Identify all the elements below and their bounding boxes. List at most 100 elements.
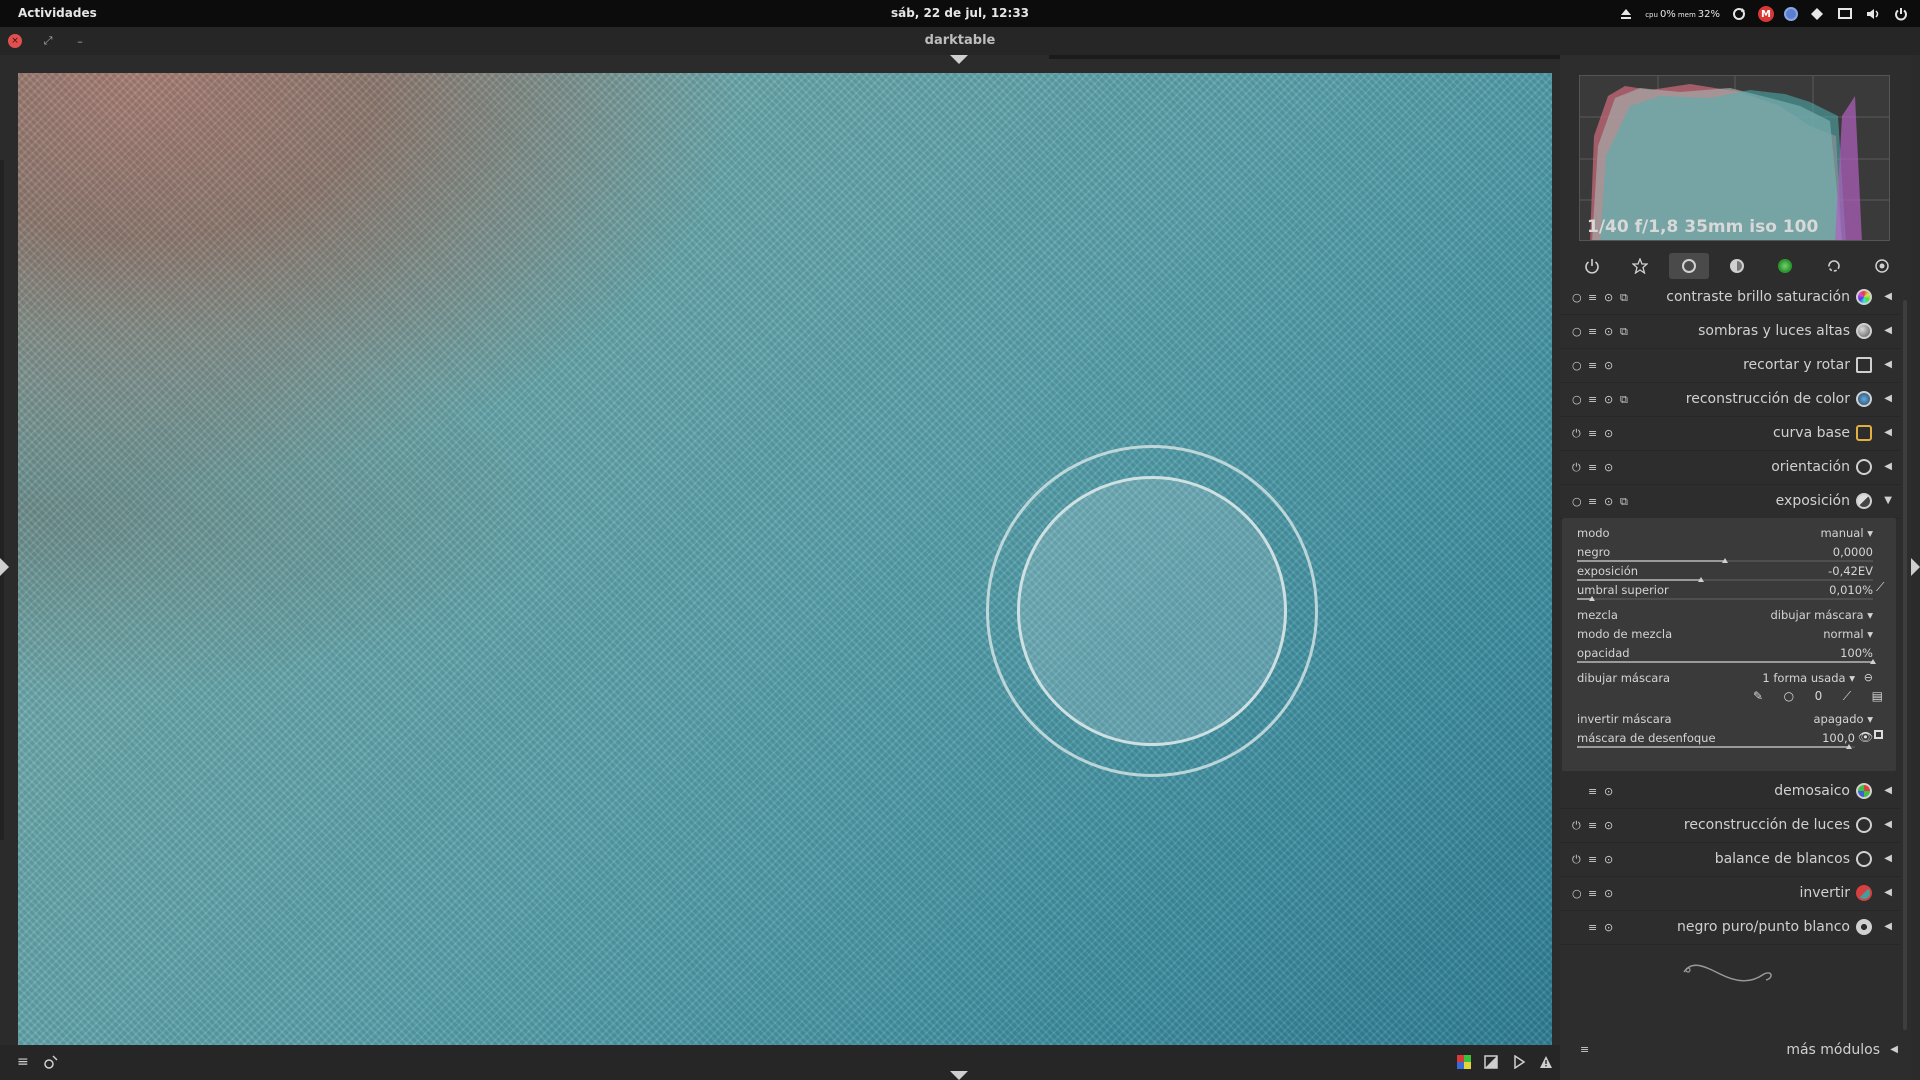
module-instance-icon[interactable]: ⧉ bbox=[1620, 291, 1628, 305]
circle-shape-icon[interactable]: ○ bbox=[1784, 689, 1794, 703]
module-power-icon[interactable]: ○ bbox=[1572, 495, 1582, 508]
module-power-icon[interactable]: ○ bbox=[1572, 887, 1582, 900]
modo-combobox[interactable]: modo manual ▾ bbox=[1577, 526, 1873, 544]
opacidad-slider[interactable]: opacidad 100% bbox=[1577, 646, 1876, 664]
mezcla-combobox[interactable]: mezcla dibujar máscara ▾ bbox=[1577, 608, 1873, 626]
module-presets-icon[interactable]: ≡ bbox=[1588, 785, 1597, 798]
expand-arrow-icon[interactable]: ◀ bbox=[1884, 819, 1892, 830]
slider-knob[interactable] bbox=[1588, 596, 1595, 601]
module-sombras[interactable]: ○ ≡ ⊙ ⧉ sombras y luces altas ◀ bbox=[1560, 314, 1900, 349]
expand-arrow-icon[interactable]: ◀ bbox=[1884, 853, 1892, 864]
dibujar-mascara-row[interactable]: dibujar máscara 1 forma usada ▾ ⊖ bbox=[1577, 671, 1873, 689]
module-reset-icon[interactable]: ⊙ bbox=[1604, 853, 1613, 866]
expand-arrow-icon[interactable]: ◀ bbox=[1890, 1044, 1898, 1055]
eject-icon[interactable] bbox=[1617, 5, 1635, 23]
module-presets-icon[interactable]: ≡ bbox=[1588, 461, 1597, 474]
system-monitor[interactable]: cpu 0% mem 32% bbox=[1645, 9, 1720, 20]
group-color[interactable] bbox=[1765, 253, 1805, 279]
module-instance-icon[interactable]: ⧉ bbox=[1620, 325, 1628, 339]
module-reset-icon[interactable]: ⊙ bbox=[1604, 461, 1613, 474]
group-active-modules[interactable] bbox=[1572, 253, 1612, 279]
volume-icon[interactable] bbox=[1864, 5, 1882, 23]
menu-icon[interactable]: ≡ bbox=[17, 1054, 29, 1070]
module-reset-icon[interactable]: ⊙ bbox=[1604, 921, 1613, 934]
mask-manager-icon[interactable]: ⊖ bbox=[1864, 671, 1873, 684]
path-shape-icon[interactable]: ⟋ bbox=[1843, 689, 1851, 704]
left-panel-toggle-arrow[interactable] bbox=[0, 558, 9, 576]
color-assessment-icon[interactable] bbox=[1456, 1054, 1472, 1070]
umbral-superior-slider[interactable]: umbral superior 0,010% bbox=[1577, 583, 1873, 601]
slider-knob[interactable] bbox=[1846, 744, 1853, 749]
module-recortar[interactable]: ○ ≡ ⊙ recortar y rotar ◀ bbox=[1560, 348, 1900, 383]
module-power-icon[interactable]: ○ bbox=[1572, 393, 1582, 406]
histogram[interactable]: 1/40 f/1,8 35mm iso 100 bbox=[1579, 75, 1890, 241]
styles-icon[interactable] bbox=[43, 1054, 59, 1074]
network-icon[interactable] bbox=[1808, 5, 1826, 23]
right-panel-toggle-arrow[interactable] bbox=[1911, 558, 1920, 576]
module-instance-icon[interactable]: ⧉ bbox=[1620, 393, 1628, 407]
display-mask-icon[interactable] bbox=[1874, 730, 1883, 739]
module-reset-icon[interactable]: ⊙ bbox=[1604, 393, 1613, 406]
gamut-warning-icon[interactable] bbox=[1538, 1054, 1554, 1070]
module-reset-icon[interactable]: ⊙ bbox=[1604, 819, 1613, 832]
group-correct[interactable] bbox=[1814, 253, 1854, 279]
negro-slider[interactable]: negro 0,0000 bbox=[1577, 545, 1873, 563]
module-reset-icon[interactable]: ⊙ bbox=[1604, 325, 1613, 338]
module-power-icon[interactable]: ⏻ bbox=[1572, 427, 1581, 441]
overexposed-icon[interactable] bbox=[1483, 1054, 1499, 1070]
module-presets-icon[interactable]: ≡ bbox=[1588, 393, 1597, 406]
module-contraste[interactable]: ○ ≡ ⊙ ⧉ contraste brillo saturación ◀ bbox=[1560, 280, 1900, 315]
module-reset-icon[interactable]: ⊙ bbox=[1604, 887, 1613, 900]
more-modules-menu-icon[interactable]: ≡ bbox=[1580, 1043, 1589, 1056]
expand-arrow-icon[interactable]: ◀ bbox=[1884, 291, 1892, 302]
module-power-icon[interactable]: ⏻ bbox=[1572, 819, 1581, 833]
module-exposicion[interactable]: ○ ≡ ⊙ ⧉ exposición ▼ bbox=[1560, 484, 1900, 519]
power-icon[interactable] bbox=[1892, 5, 1910, 23]
slider-knob[interactable] bbox=[1870, 659, 1876, 664]
module-power-icon[interactable]: ○ bbox=[1572, 359, 1582, 372]
expand-arrow-icon[interactable]: ◀ bbox=[1884, 359, 1892, 370]
right-panel-scrollbar[interactable] bbox=[1903, 300, 1907, 1030]
color-picker-icon[interactable]: ⟋ bbox=[1876, 580, 1884, 595]
expand-arrow-icon[interactable]: ◀ bbox=[1884, 393, 1892, 404]
invertir-mascara-combobox[interactable]: invertir máscara apagado ▾ bbox=[1577, 712, 1873, 730]
module-invertir[interactable]: ○ ≡ ⊙ invertir ◀ bbox=[1560, 876, 1900, 911]
gmail-icon[interactable]: M bbox=[1758, 6, 1774, 22]
module-orientacion[interactable]: ⏻ ≡ ⊙ orientación ◀ bbox=[1560, 450, 1900, 485]
group-tone[interactable] bbox=[1717, 253, 1757, 279]
collapse-arrow-icon[interactable]: ▼ bbox=[1884, 495, 1892, 506]
top-panel-toggle-arrow[interactable] bbox=[950, 55, 968, 64]
group-base[interactable] bbox=[1668, 253, 1709, 279]
display-icon[interactable] bbox=[1836, 5, 1854, 23]
expand-arrow-icon[interactable]: ◀ bbox=[1884, 427, 1892, 438]
sync-icon[interactable] bbox=[1730, 5, 1748, 23]
group-favorites[interactable] bbox=[1620, 253, 1660, 279]
module-power-icon[interactable]: ⏻ bbox=[1572, 461, 1581, 475]
expand-arrow-icon[interactable]: ◀ bbox=[1884, 461, 1892, 472]
module-negro-puro[interactable]: ≡ ⊙ negro puro/punto blanco ◀ bbox=[1560, 910, 1900, 945]
exposicion-slider[interactable]: exposición -0,42EV bbox=[1577, 564, 1873, 582]
module-presets-icon[interactable]: ≡ bbox=[1588, 495, 1597, 508]
module-reconstruccion-luces[interactable]: ⏻ ≡ ⊙ reconstrucción de luces ◀ bbox=[1560, 808, 1900, 843]
module-power-icon[interactable]: ○ bbox=[1572, 291, 1582, 304]
module-presets-icon[interactable]: ≡ bbox=[1588, 921, 1597, 934]
module-balance-blancos[interactable]: ⏻ ≡ ⊙ balance de blancos ◀ bbox=[1560, 842, 1900, 877]
module-presets-icon[interactable]: ≡ bbox=[1588, 887, 1597, 900]
module-power-icon[interactable]: ○ bbox=[1572, 325, 1582, 338]
eye-icon[interactable]: 👁 bbox=[1858, 730, 1873, 744]
module-presets-icon[interactable]: ≡ bbox=[1588, 819, 1597, 832]
module-curva-base[interactable]: ⏻ ≡ ⊙ curva base ◀ bbox=[1560, 416, 1900, 451]
module-reset-icon[interactable]: ⊙ bbox=[1604, 427, 1613, 440]
expand-arrow-icon[interactable]: ◀ bbox=[1884, 785, 1892, 796]
module-presets-icon[interactable]: ≡ bbox=[1588, 325, 1597, 338]
expand-arrow-icon[interactable]: ◀ bbox=[1884, 325, 1892, 336]
slider-knob[interactable] bbox=[1722, 558, 1728, 563]
modo-de-mezcla-combobox[interactable]: modo de mezcla normal ▾ bbox=[1577, 627, 1873, 645]
module-presets-icon[interactable]: ≡ bbox=[1588, 427, 1597, 440]
expand-arrow-icon[interactable]: ◀ bbox=[1884, 921, 1892, 932]
gradient-shape-icon[interactable]: ▤ bbox=[1872, 689, 1883, 703]
module-reset-icon[interactable]: ⊙ bbox=[1604, 785, 1613, 798]
module-presets-icon[interactable]: ≡ bbox=[1588, 359, 1597, 372]
module-reset-icon[interactable]: ⊙ bbox=[1604, 291, 1613, 304]
mascara-desenfoque-slider[interactable]: máscara de desenfoque 100,0 bbox=[1577, 731, 1855, 749]
